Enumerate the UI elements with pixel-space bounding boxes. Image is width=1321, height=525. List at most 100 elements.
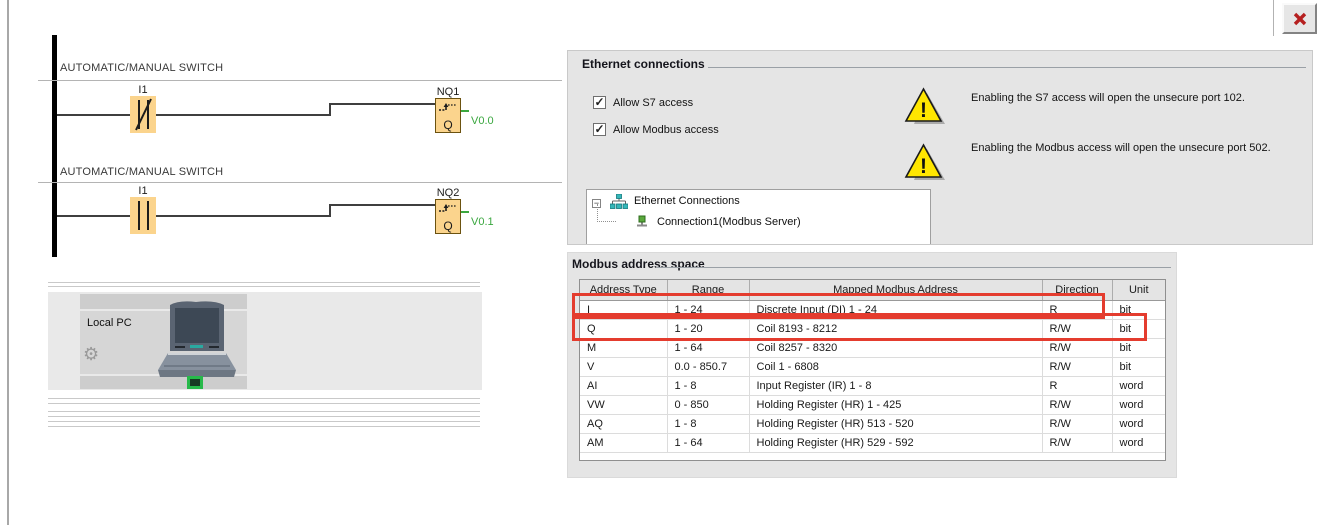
coil1-letter: Q (443, 118, 453, 132)
network-view-line (48, 282, 480, 283)
cell: 0.0 - 850.7 (667, 357, 750, 377)
s7-warning-text: Enabling the S7 access will open the uns… (971, 92, 1245, 104)
allow-modbus-access-checkbox[interactable]: ✓ (593, 123, 606, 136)
table-row: AQ 1 - 8 Holding Register (HR) 513 - 520… (580, 414, 1165, 434)
coil2-operand: V0.1 (471, 216, 494, 228)
allow-s7-access-checkbox[interactable]: ✓ (593, 96, 606, 109)
cell: AQ (580, 414, 668, 434)
table-row: V 0.0 - 850.7 Coil 1 - 6808 R/W bit (580, 357, 1165, 377)
network1-separator (38, 80, 562, 81)
warning-icon: ! (904, 143, 945, 180)
coil1-output[interactable]: Q (435, 98, 461, 133)
rung2-wire-mid (156, 215, 331, 217)
cell: Holding Register (HR) 513 - 520 (749, 414, 1043, 434)
edge-signal-icon (439, 204, 456, 212)
cell: AM (580, 433, 668, 453)
table-row: AI 1 - 8 Input Register (IR) 1 - 8 R wor… (580, 376, 1165, 396)
cell: Coil 1 - 6808 (749, 357, 1043, 377)
cell: R (1042, 376, 1113, 396)
cell: word (1112, 395, 1165, 415)
cell: bit (1112, 357, 1165, 377)
svg-text:!: ! (920, 99, 927, 122)
titlebar-divider (1273, 0, 1274, 36)
check-icon: ✓ (594, 122, 605, 136)
allow-s7-access-row: ✓ Allow S7 access (593, 96, 793, 110)
gear-icon[interactable]: ⚙ (83, 345, 99, 363)
modbus-connection-icon (637, 215, 647, 227)
cell: bit (1112, 338, 1165, 358)
cell: R/W (1042, 395, 1113, 415)
normally-closed-contact-icon (135, 98, 152, 131)
network2-title: AUTOMATIC/MANUAL SWITCH (60, 166, 224, 178)
network-view-line (48, 403, 480, 404)
close-icon (1293, 12, 1306, 25)
network-view-line (48, 426, 480, 427)
modbus-panel-title: Modbus address space (572, 257, 705, 271)
network1-title: AUTOMATIC/MANUAL SWITCH (60, 62, 224, 74)
ethernet-port-icon[interactable] (187, 376, 203, 389)
connections-tree: − Ethernet Connections Connection1(Modbu… (586, 189, 931, 244)
coil2-output[interactable]: Q (435, 199, 461, 234)
cell: R/W (1042, 414, 1113, 434)
col-header-unit: Unit (1112, 280, 1165, 301)
coil1-label: NQ1 (436, 86, 460, 98)
ladder-power-rail (52, 35, 57, 257)
table-spacer-row (580, 453, 1165, 461)
coil2-letter: Q (443, 219, 453, 233)
cell: 0 - 850 (667, 395, 750, 415)
network-view-strip: Local PC ⚙ (48, 292, 482, 390)
rung1-wire-right (331, 103, 435, 105)
contact1-label: I1 (138, 84, 148, 96)
cell: word (1112, 414, 1165, 434)
network-view-line (48, 286, 480, 287)
rung2-wire-right (331, 204, 435, 206)
coil1-operand-connector (461, 110, 469, 112)
screenshot-root: AUTOMATIC/MANUAL SWITCH I1 NQ1 Q V0.0 AU… (0, 0, 1321, 525)
allow-modbus-access-label: Allow Modbus access (613, 124, 719, 136)
network-view-line (48, 416, 480, 417)
cell: word (1112, 376, 1165, 396)
contact2-no[interactable] (130, 197, 156, 234)
cell: Holding Register (HR) 1 - 425 (749, 395, 1043, 415)
window-left-border (7, 0, 9, 525)
cell: Holding Register (HR) 529 - 592 (749, 433, 1043, 453)
device-label: Local PC (87, 317, 132, 329)
tree-child-item[interactable]: Connection1(Modbus Server) (657, 216, 801, 228)
svg-text:!: ! (920, 155, 927, 178)
table-row: VW 0 - 850 Holding Register (HR) 1 - 425… (580, 395, 1165, 415)
allow-modbus-access-row: ✓ Allow Modbus access (593, 123, 793, 137)
cell: 1 - 8 (667, 376, 750, 396)
network-view-line (48, 421, 480, 422)
network2-separator (38, 182, 562, 183)
close-button[interactable] (1282, 3, 1317, 34)
cell: R/W (1042, 357, 1113, 377)
local-pc-device[interactable]: Local PC ⚙ (80, 294, 247, 389)
cell: M (580, 338, 668, 358)
coil1-operand: V0.0 (471, 115, 494, 127)
laptop-icon (158, 301, 236, 377)
modbus-address-space-panel: Modbus address space Address Type Range … (567, 252, 1177, 478)
rung1-wire-mid (156, 114, 331, 116)
cell: R/W (1042, 433, 1113, 453)
ethernet-network-icon (610, 194, 628, 209)
allow-s7-access-label: Allow S7 access (613, 97, 694, 109)
network-view-line (48, 398, 480, 399)
ethernet-title-rule (708, 67, 1306, 68)
contact1-nc[interactable] (130, 96, 156, 133)
cell: VW (580, 395, 668, 415)
coil2-label: NQ2 (436, 187, 460, 199)
ethernet-connections-panel: Ethernet connections ✓ Allow S7 access ✓… (567, 50, 1313, 245)
table-row: M 1 - 64 Coil 8257 - 8320 R/W bit (580, 338, 1165, 358)
check-icon: ✓ (594, 95, 605, 109)
modbus-title-rule (656, 267, 1171, 268)
cell: 1 - 64 (667, 338, 750, 358)
coil2-operand-connector (461, 211, 469, 213)
cell: Coil 8257 - 8320 (749, 338, 1043, 358)
modbus-warning-text: Enabling the Modbus access will open the… (971, 142, 1271, 154)
contact2-label: I1 (138, 185, 148, 197)
ethernet-panel-title: Ethernet connections (582, 57, 705, 71)
rung2-wire-left (57, 215, 130, 217)
cell: 1 - 8 (667, 414, 750, 434)
tree-root-item[interactable]: Ethernet Connections (634, 195, 740, 207)
edge-signal-icon (439, 103, 456, 111)
